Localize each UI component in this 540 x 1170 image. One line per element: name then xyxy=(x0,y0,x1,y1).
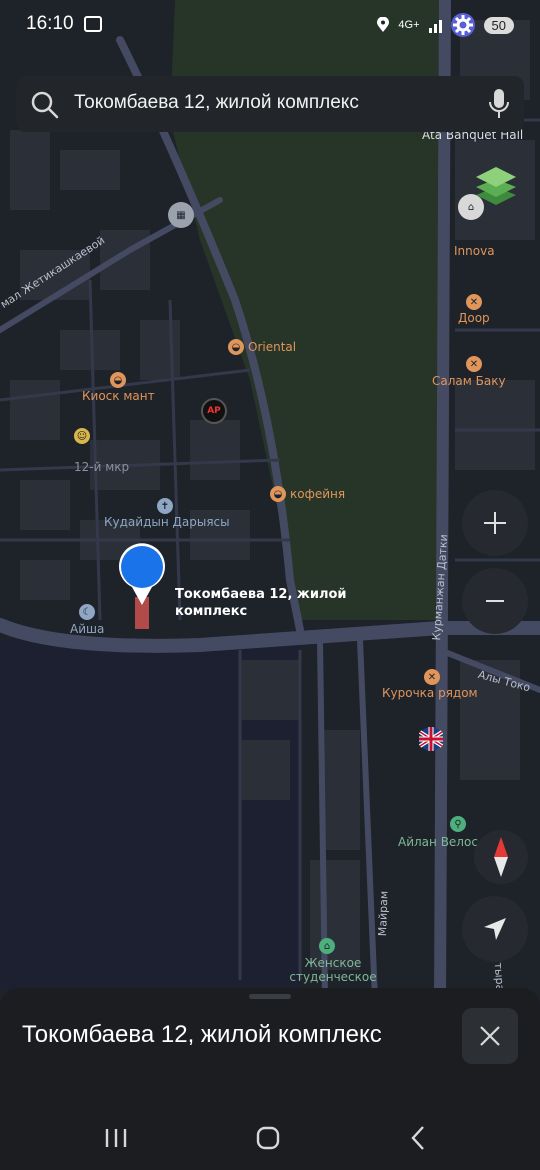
close-button[interactable] xyxy=(462,1008,518,1064)
layers-button[interactable] xyxy=(470,154,522,214)
fork-knife-icon[interactable]: ✕ xyxy=(466,294,482,310)
search-bar[interactable]: Токомбаева 12, жилой комплекс xyxy=(16,76,524,132)
cafe-icon[interactable]: ◒ xyxy=(110,372,126,388)
fork-knife-icon[interactable]: ✕ xyxy=(424,669,440,685)
recent-apps-button[interactable] xyxy=(96,1120,136,1156)
poi-label-cofeynya[interactable]: кофейня xyxy=(290,487,345,501)
area-label-12-mkr: 12-й мкр xyxy=(74,460,130,474)
sheet-title: Токомбаева 12, жилой комплекс xyxy=(22,1021,382,1048)
network-type: 4G+ xyxy=(398,19,420,31)
battery-level: 50 xyxy=(483,16,514,34)
location-icon xyxy=(377,17,390,32)
compass-icon xyxy=(494,837,508,877)
location-pin-icon[interactable] xyxy=(117,543,167,607)
zoom-out-button[interactable] xyxy=(462,568,528,634)
poi-label-kurochka[interactable]: Курочка рядом xyxy=(382,686,478,700)
back-icon xyxy=(411,1126,424,1150)
smiley-icon[interactable]: ☺ xyxy=(74,428,90,444)
poi-label-aisha[interactable]: Айша xyxy=(70,622,104,636)
church-icon[interactable]: ✝ xyxy=(157,498,173,514)
cafe-icon[interactable]: ◒ xyxy=(270,486,286,502)
home-button[interactable] xyxy=(248,1120,288,1156)
status-time: 16:10 xyxy=(26,13,74,34)
bicycle-icon[interactable]: ⚲ xyxy=(450,816,466,832)
settings-gear-icon xyxy=(450,13,475,37)
compass-button[interactable] xyxy=(474,830,528,884)
status-right: 4G+ 50 xyxy=(376,12,514,38)
dorm-icon[interactable]: ⌂ xyxy=(319,938,335,954)
recent-apps-icon xyxy=(105,1129,127,1147)
brand-logo-icon[interactable]: AP xyxy=(201,398,227,424)
close-icon xyxy=(480,1026,500,1046)
navigation-arrow-icon xyxy=(484,918,506,940)
poi-label-salam-baku[interactable]: Салам Баку xyxy=(432,374,506,388)
search-input[interactable]: Токомбаева 12, жилой комплекс xyxy=(74,92,359,114)
microphone-icon[interactable] xyxy=(488,88,510,120)
cafe-icon[interactable]: ◒ xyxy=(228,339,244,355)
zoom-in-button[interactable] xyxy=(462,490,528,556)
my-location-button[interactable] xyxy=(462,896,528,962)
system-nav-bar xyxy=(0,1106,540,1170)
poi-label-kudaydyn[interactable]: Кудайдын Дарыясы xyxy=(104,515,230,529)
screenshot-icon xyxy=(84,16,102,32)
search-icon[interactable] xyxy=(30,90,60,120)
minus-icon xyxy=(486,600,504,602)
poi-label-kiosk-mant[interactable]: Киоск мант xyxy=(82,389,155,403)
poi-label-dorm[interactable]: Женское студенческое xyxy=(288,956,378,984)
poi-label-innova[interactable]: Innova xyxy=(454,244,495,258)
poi-label-oriental[interactable]: Oriental xyxy=(248,340,296,354)
uk-flag-icon[interactable] xyxy=(418,727,444,751)
sheet-grabber[interactable] xyxy=(249,994,291,999)
home-icon xyxy=(256,1126,280,1150)
building-icon[interactable]: ▦ xyxy=(168,202,194,228)
back-button[interactable] xyxy=(398,1120,438,1156)
signal-icon xyxy=(428,20,442,33)
mosque-icon[interactable]: ☾ xyxy=(79,604,95,620)
street-label-mayram: Майрам xyxy=(376,890,391,937)
poi-label-aylan[interactable]: Айлан Велос xyxy=(398,835,478,849)
status-bar: 16:10 4G+ 50 xyxy=(0,0,540,48)
poi-label-door[interactable]: Доор xyxy=(458,311,490,325)
fork-knife-icon[interactable]: ✕ xyxy=(466,356,482,372)
layers-icon xyxy=(476,167,516,205)
plus-icon xyxy=(484,512,506,534)
selected-place-label[interactable]: Токомбаева 12, жилой комплекс xyxy=(175,586,365,620)
